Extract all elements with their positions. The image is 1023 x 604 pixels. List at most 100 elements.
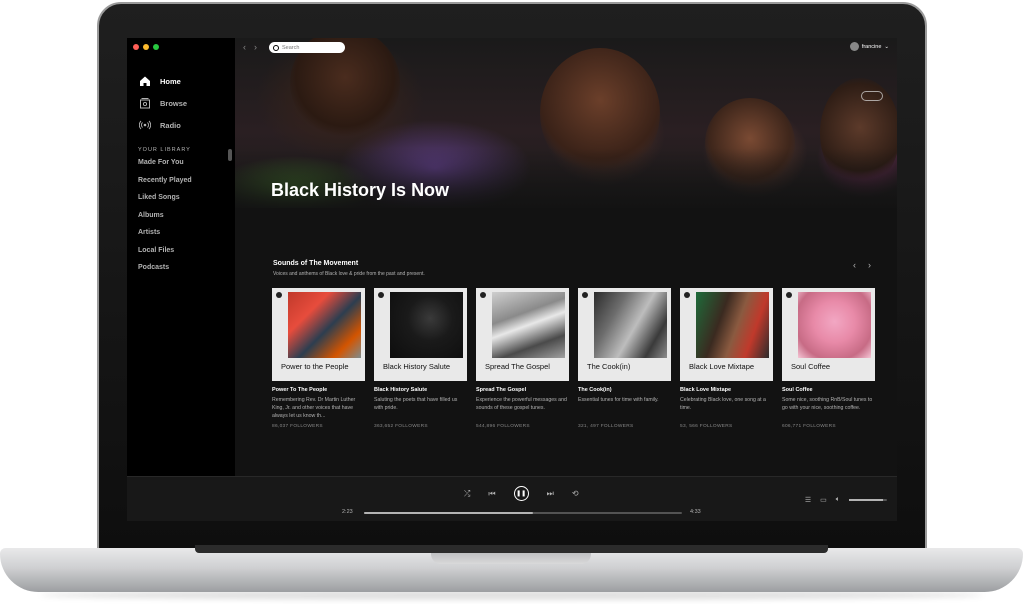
cover-photo xyxy=(390,292,463,358)
devices-icon[interactable]: ▭ xyxy=(820,496,827,504)
search-input[interactable] xyxy=(282,44,342,51)
laptop-notch xyxy=(431,552,591,564)
carousel-next-icon[interactable]: › xyxy=(868,260,871,270)
volume-fill xyxy=(849,499,884,501)
card-title: Power To The People xyxy=(272,387,328,393)
hero-photo-figure xyxy=(290,38,400,138)
extra-controls: ☰ ▭ 🔈︎ xyxy=(805,496,887,504)
app-window: Home Browse Radio YOUR LIBRARY Made For … xyxy=(127,38,897,521)
spotify-logo-icon xyxy=(684,292,690,298)
avatar xyxy=(849,42,859,51)
volume-slider[interactable] xyxy=(849,499,887,501)
back-arrow-icon[interactable]: ‹ xyxy=(243,42,246,52)
shuffle-icon[interactable]: ⤮ xyxy=(464,489,470,499)
library-heading: YOUR LIBRARY xyxy=(138,147,191,153)
library-item-artists[interactable]: Artists xyxy=(138,226,192,244)
playlist-card[interactable]: Soul Coffee Soul Coffee Some nice, sooth… xyxy=(782,288,875,429)
chevron-down-icon: ⌄ xyxy=(884,43,889,50)
nav-radio[interactable]: Radio xyxy=(139,114,187,136)
spotify-logo-icon xyxy=(276,292,282,298)
volume-icon[interactable]: 🔈︎ xyxy=(836,496,840,504)
nav-home[interactable]: Home xyxy=(139,70,187,92)
cover-photo xyxy=(594,292,667,358)
nav-browse[interactable]: Browse xyxy=(139,92,187,114)
hero-title: Black History Is Now xyxy=(271,180,450,200)
carousel-prev-icon[interactable]: ‹ xyxy=(853,260,856,270)
library-item-albums[interactable]: Albums xyxy=(138,209,192,227)
card-title: Soul Coffee xyxy=(782,387,813,393)
playlist-card[interactable]: Spread The Gospel Spread The Gospel Expe… xyxy=(476,288,569,429)
main-nav: Home Browse Radio xyxy=(139,70,187,136)
previous-track-icon[interactable]: ⏮ xyxy=(488,489,495,499)
username-label: francine xyxy=(861,43,882,50)
section-subtitle: Voices and anthems of Black love & pride… xyxy=(273,271,425,277)
radio-icon xyxy=(139,120,151,130)
history-nav: ‹ › xyxy=(243,42,257,52)
library-item-podcasts[interactable]: Podcasts xyxy=(138,261,192,279)
pause-icon: ❚❚ xyxy=(516,491,527,497)
queue-icon[interactable]: ☰ xyxy=(805,496,811,504)
card-title: Black History Salute xyxy=(374,387,428,393)
library-list: Made For You Recently Played Liked Songs… xyxy=(138,156,192,279)
card-followers: 53, 566 FOLLOWERS xyxy=(680,424,733,429)
spotify-logo-icon xyxy=(786,292,792,298)
forward-arrow-icon[interactable]: › xyxy=(254,42,257,52)
maximize-window-button[interactable] xyxy=(153,44,159,50)
cover-title: Black Love Mixtape xyxy=(689,362,755,371)
now-playing-bar: ⤮ ⏮ ❚❚ ⏭ ⟲ 2:23 4:33 ☰ ▭ 🔈︎ xyxy=(127,476,897,521)
search-box[interactable] xyxy=(269,42,345,53)
repeat-icon[interactable]: ⟲ xyxy=(572,489,579,498)
playlist-card[interactable]: Black History Salute Black History Salut… xyxy=(374,288,467,429)
playlist-cover: Power to the People xyxy=(272,288,365,381)
laptop-mockup: Home Browse Radio YOUR LIBRARY Made For … xyxy=(0,0,1023,604)
follow-toggle-icon[interactable] xyxy=(861,91,883,101)
sidebar-scrollbar[interactable] xyxy=(228,149,232,161)
card-title: Spread The Gospel xyxy=(476,387,527,393)
playlist-card[interactable]: Power to the People Power To The People … xyxy=(272,288,365,429)
spotify-logo-icon xyxy=(480,292,486,298)
search-icon xyxy=(273,44,279,51)
carousel-nav: ‹ › xyxy=(853,260,871,270)
playlist-card[interactable]: Black Love Mixtape Black Love Mixtape Ce… xyxy=(680,288,773,429)
cover-photo xyxy=(798,292,871,358)
playlist-cover: Black History Salute xyxy=(374,288,467,381)
spotify-logo-icon xyxy=(378,292,384,298)
card-description: Some nice, soothing RnB/Soul tunes to go… xyxy=(782,397,873,411)
card-title: The Cook(in) xyxy=(578,387,612,393)
playlist-card[interactable]: The Cook(in) The Cook(in) Essential tune… xyxy=(578,288,671,429)
spotify-logo-icon xyxy=(582,292,588,298)
card-description: Experience the powerful messages and sou… xyxy=(476,397,567,411)
library-item-made-for-you[interactable]: Made For You xyxy=(138,156,192,174)
browse-icon xyxy=(140,98,150,109)
pause-button[interactable]: ❚❚ xyxy=(513,486,529,501)
cover-title: Soul Coffee xyxy=(791,362,831,371)
card-followers: 321, 497 FOLLOWERS xyxy=(578,424,634,429)
cover-photo xyxy=(696,292,769,358)
close-window-button[interactable] xyxy=(133,44,139,50)
minimize-window-button[interactable] xyxy=(143,44,149,50)
section-title: Sounds of The Movement xyxy=(273,260,359,267)
nav-home-label: Home xyxy=(160,76,181,86)
playlist-cover: Soul Coffee xyxy=(782,288,875,381)
cover-title: Spread The Gospel xyxy=(485,362,550,371)
card-title: Black Love Mixtape xyxy=(680,387,732,393)
main-content: Black History Is Now ‹ › francine ⌄ Soun… xyxy=(235,38,897,476)
home-icon xyxy=(140,76,150,86)
next-track-icon[interactable]: ⏭ xyxy=(547,489,554,499)
card-description: Remembering Rev. Dr Martin Luther King, … xyxy=(272,397,356,419)
elapsed-time: 2:23 xyxy=(342,509,353,515)
library-item-liked-songs[interactable]: Liked Songs xyxy=(138,191,192,209)
nav-browse-label: Browse xyxy=(160,98,188,108)
card-followers: 86,037 FOLLOWERS xyxy=(272,424,323,429)
playlist-cards: Power to the People Power To The People … xyxy=(272,288,875,429)
progress-bar[interactable] xyxy=(364,512,682,514)
card-followers: 544,896 FOLLOWERS xyxy=(476,424,530,429)
playlist-cover: The Cook(in) xyxy=(578,288,671,381)
card-description: Celebrating Black love, one song at a ti… xyxy=(680,397,766,411)
playlist-cover: Spread The Gospel xyxy=(476,288,569,381)
user-menu[interactable]: francine ⌄ xyxy=(849,42,889,51)
track-duration: 4:33 xyxy=(690,509,701,515)
library-item-local-files[interactable]: Local Files xyxy=(138,244,192,262)
card-description: Saluting the poets that have filled us w… xyxy=(374,397,458,411)
library-item-recently-played[interactable]: Recently Played xyxy=(138,174,192,192)
